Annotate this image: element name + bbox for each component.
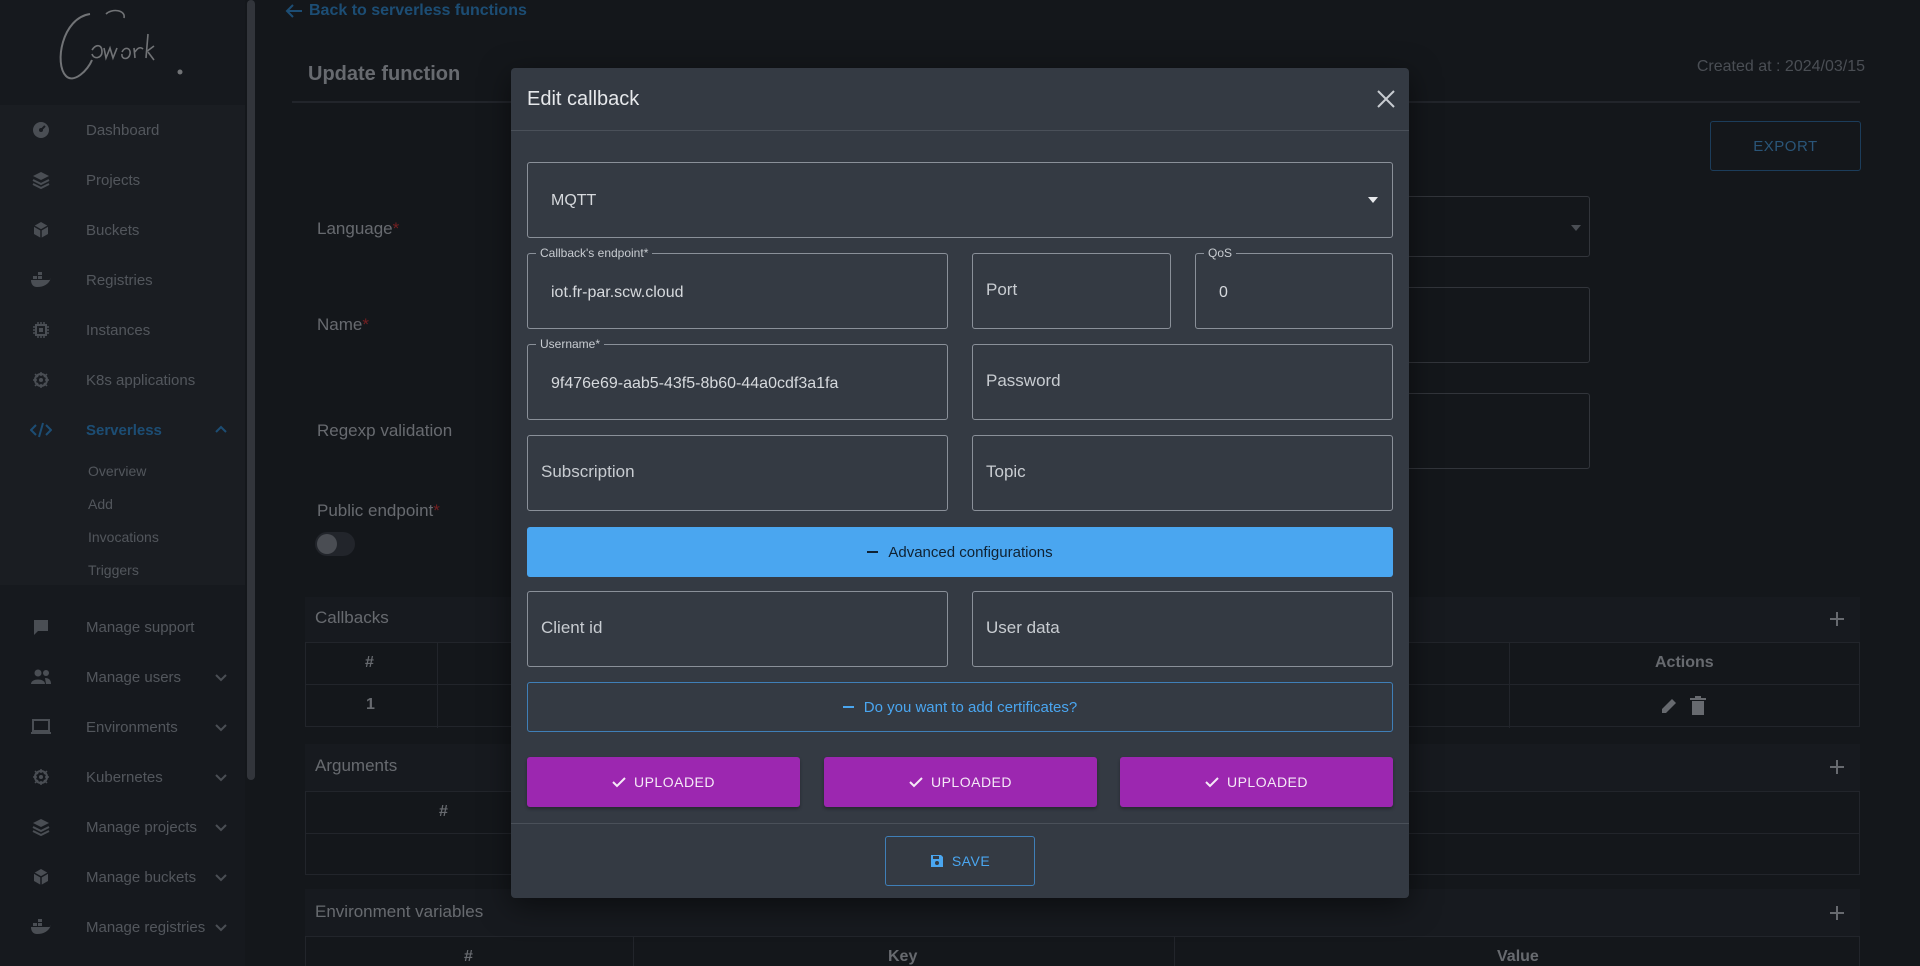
user-data-placeholder: User data: [986, 618, 1060, 637]
close-icon[interactable]: [1375, 88, 1397, 110]
username-field[interactable]: Username* 9f476e69-aab5-43f5-8b60-44a0cd…: [527, 337, 948, 420]
username-label: Username*: [536, 337, 605, 351]
callback-endpoint-value: iot.fr-par.scw.cloud: [551, 284, 684, 301]
client-id-placeholder: Client id: [541, 618, 603, 637]
upload-certificate-button-2[interactable]: UPLOADED: [824, 757, 1097, 807]
upload-label: UPLOADED: [1226, 774, 1309, 790]
client-id-field[interactable]: Client id: [527, 591, 948, 667]
qos-label: QoS: [1204, 246, 1237, 260]
check-icon: [612, 777, 626, 788]
save-label: SAVE: [951, 853, 991, 869]
save-button[interactable]: SAVE: [885, 836, 1035, 886]
port-field[interactable]: Port: [972, 253, 1171, 329]
add-certificates-button[interactable]: Do you want to add certificates?: [527, 682, 1393, 732]
password-placeholder: Password: [986, 371, 1061, 390]
check-icon: [1205, 777, 1219, 788]
minus-icon: [842, 706, 854, 708]
upload-label: UPLOADED: [633, 774, 716, 790]
password-field[interactable]: Password: [972, 344, 1393, 420]
callback-type-value: MQTT: [551, 192, 597, 209]
callback-type-select[interactable]: MQTT: [527, 162, 1393, 238]
dropdown-arrow-icon: [1368, 197, 1378, 203]
add-certificates-label: Do you want to add certificates?: [863, 698, 1078, 716]
upload-certificate-button-3[interactable]: UPLOADED: [1120, 757, 1393, 807]
check-icon: [909, 777, 923, 788]
advanced-configurations-button[interactable]: Advanced configurations: [527, 527, 1393, 577]
advanced-configurations-label: Advanced configurations: [888, 543, 1053, 561]
qos-value: 0: [1219, 284, 1228, 301]
save-icon: [930, 855, 943, 867]
topic-placeholder: Topic: [986, 462, 1026, 481]
dialog-title: Edit callback: [527, 88, 640, 110]
subscription-placeholder: Subscription: [541, 462, 635, 481]
edit-callback-dialog: Edit callback MQTT Callback's endpoint* …: [511, 68, 1409, 898]
callback-endpoint-field[interactable]: Callback's endpoint* iot.fr-par.scw.clou…: [527, 246, 948, 329]
topic-field[interactable]: Topic: [972, 435, 1393, 511]
user-data-field[interactable]: User data: [972, 591, 1393, 667]
callback-endpoint-label: Callback's endpoint*: [536, 246, 653, 260]
minus-icon: [867, 551, 879, 553]
upload-label: UPLOADED: [930, 774, 1013, 790]
dialog-header-divider: [511, 130, 1409, 131]
qos-field[interactable]: QoS 0: [1195, 246, 1393, 329]
upload-certificate-button-1[interactable]: UPLOADED: [527, 757, 800, 807]
port-placeholder: Port: [986, 280, 1018, 299]
username-value: 9f476e69-aab5-43f5-8b60-44a0cdf3a1fa: [551, 375, 839, 392]
subscription-field[interactable]: Subscription: [527, 435, 948, 511]
dialog-footer-divider: [511, 823, 1409, 824]
